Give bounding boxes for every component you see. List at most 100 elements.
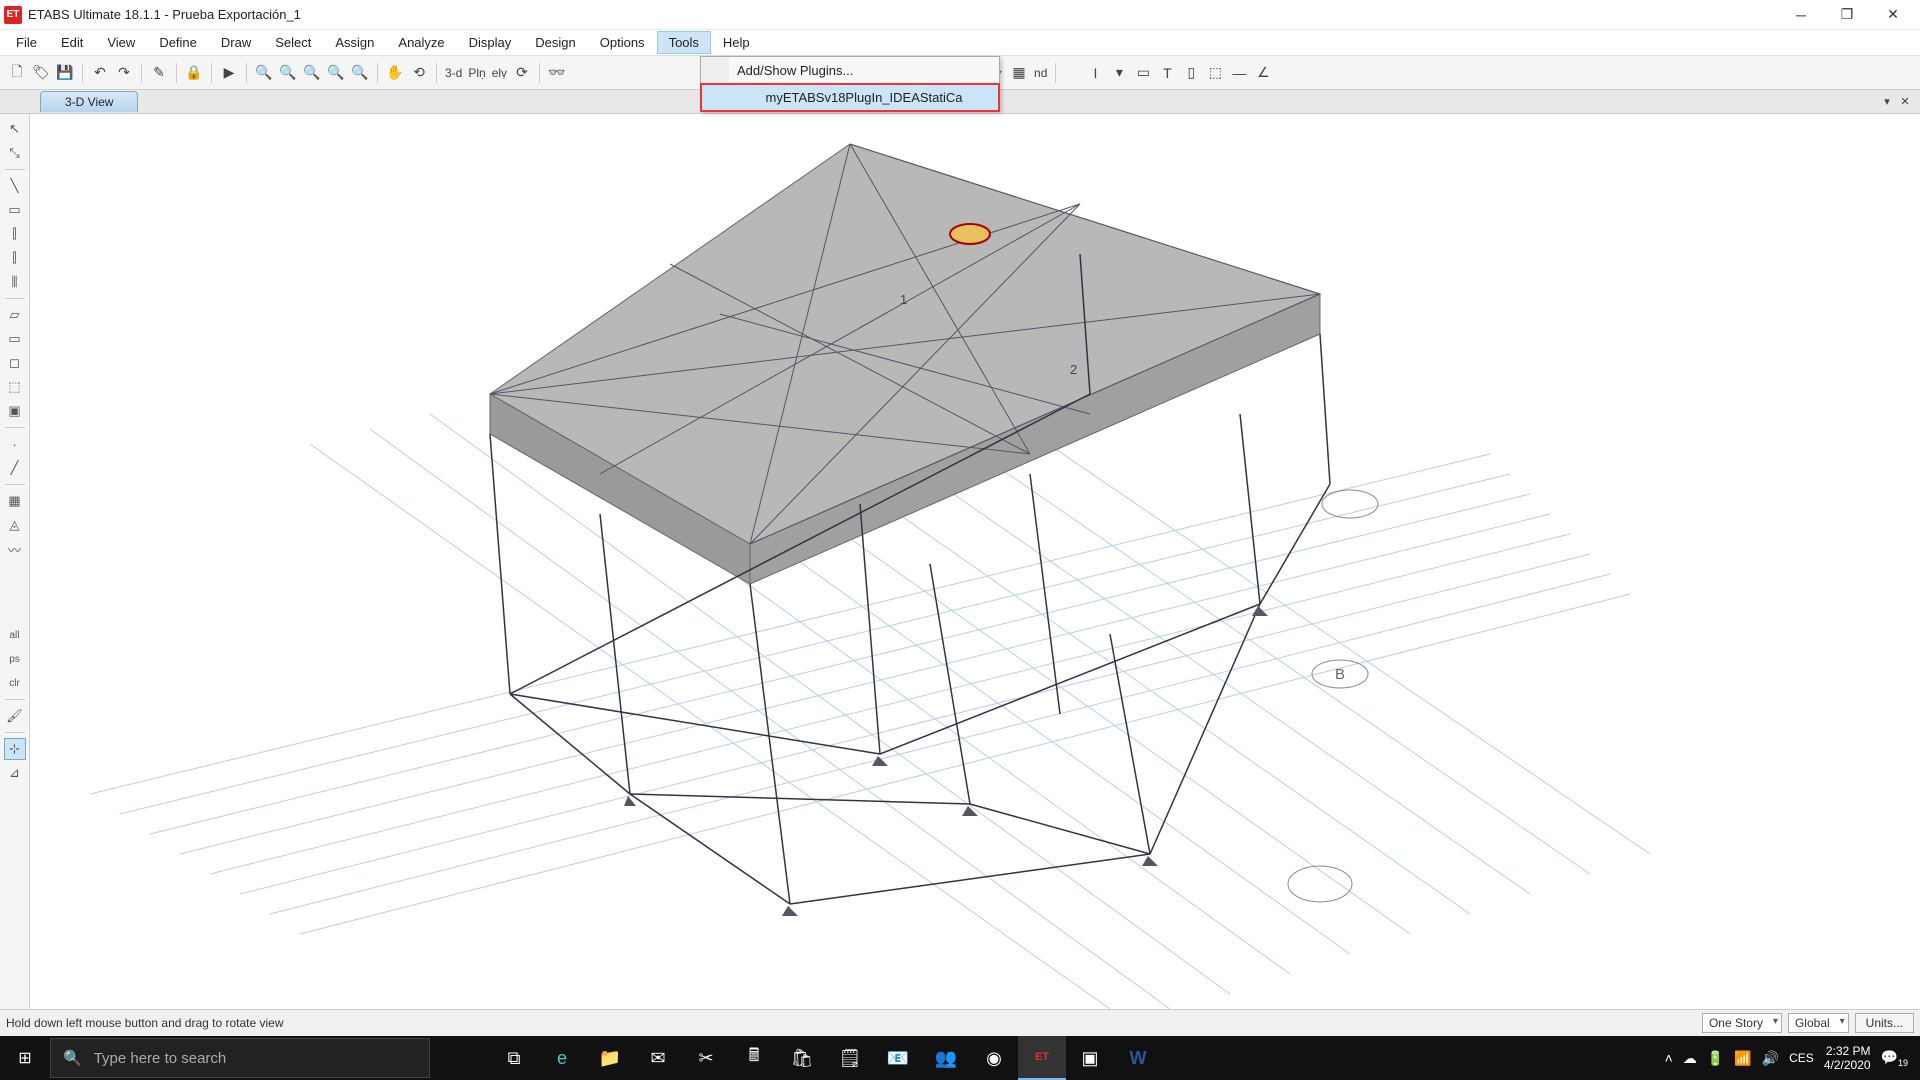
- menu-design[interactable]: Design: [523, 31, 587, 54]
- battery-icon[interactable]: 🔋: [1707, 1050, 1724, 1067]
- menu-tools[interactable]: Tools: [657, 31, 711, 54]
- pointer-icon[interactable]: ↖: [4, 118, 26, 140]
- explorer-icon[interactable]: 📁: [586, 1036, 634, 1080]
- taskbar-search[interactable]: 🔍 Type here to search: [50, 1038, 430, 1078]
- word-icon[interactable]: W: [1114, 1036, 1162, 1080]
- beam-tool-icon[interactable]: ▭: [4, 199, 26, 221]
- select-all-button[interactable]: all: [4, 624, 26, 646]
- menu-view[interactable]: View: [95, 31, 147, 54]
- notification-icon[interactable]: 💬19: [1881, 1049, 1908, 1068]
- line-tool-icon[interactable]: ╲: [4, 175, 26, 197]
- zoom-window-icon[interactable]: 🔍: [253, 62, 275, 84]
- close-button[interactable]: ✕: [1870, 0, 1916, 30]
- wall-tool-icon[interactable]: ▭: [4, 328, 26, 350]
- tray-chevron-icon[interactable]: ˄: [1665, 1050, 1673, 1066]
- language-indicator[interactable]: CES: [1789, 1051, 1814, 1065]
- rect-area-icon[interactable]: ◻: [4, 352, 26, 374]
- plan-view-button[interactable]: Plṇ: [466, 66, 487, 80]
- tab-dropdown-icon[interactable]: ▾: [1880, 95, 1894, 109]
- onedrive-icon[interactable]: ☁: [1683, 1050, 1697, 1067]
- slab-tool-icon[interactable]: ▱: [4, 304, 26, 326]
- new-file-icon[interactable]: 🗋: [6, 62, 28, 84]
- link-tool-icon[interactable]: ╱: [4, 457, 26, 479]
- tsection-icon[interactable]: T: [1156, 62, 1178, 84]
- menu-assign[interactable]: Assign: [323, 31, 386, 54]
- minimize-button[interactable]: ─: [1778, 0, 1824, 30]
- task-view-icon[interactable]: ⧉: [490, 1036, 538, 1080]
- zoom-in-icon[interactable]: 🔍: [325, 62, 347, 84]
- wifi-icon[interactable]: 📶: [1734, 1050, 1751, 1067]
- dropdown-icon[interactable]: ▾: [1108, 62, 1130, 84]
- store-icon[interactable]: 🛍: [778, 1036, 826, 1080]
- edge-icon[interactable]: e: [538, 1036, 586, 1080]
- dropdown-add-plugins[interactable]: Add/Show Plugins...: [701, 57, 999, 84]
- brace-tool-icon[interactable]: ⫿: [4, 223, 26, 245]
- redo-icon[interactable]: ↷: [113, 62, 135, 84]
- pencil-icon[interactable]: ✎: [148, 62, 170, 84]
- taskbar-clock[interactable]: 2:32 PM 4/2/2020: [1824, 1044, 1871, 1073]
- menu-file[interactable]: File: [4, 31, 49, 54]
- tab-3dview[interactable]: 3-D View: [40, 91, 138, 112]
- prev-select-button[interactable]: ps: [4, 648, 26, 670]
- region-icon[interactable]: ⬚: [4, 376, 26, 398]
- undo-icon[interactable]: ↶: [89, 62, 111, 84]
- diaphragm-icon[interactable]: ▦: [1008, 62, 1030, 84]
- section-icon[interactable]: ▭: [1132, 62, 1154, 84]
- menu-define[interactable]: Define: [147, 31, 209, 54]
- menu-display[interactable]: Display: [457, 31, 524, 54]
- save-icon[interactable]: 💾: [54, 62, 76, 84]
- dropdown-idea-statica[interactable]: myETABSv18PlugIn_IDEAStatiCa: [700, 83, 1000, 112]
- menu-options[interactable]: Options: [588, 31, 657, 54]
- elev-view-button[interactable]: elṿ: [490, 66, 509, 80]
- 3d-viewport[interactable]: 1 2 B: [30, 114, 1920, 1009]
- sticky-notes-icon[interactable]: 🗒: [826, 1036, 874, 1080]
- column-tool-icon[interactable]: ⫿: [4, 247, 26, 269]
- ibeam-icon[interactable]: I: [1084, 62, 1106, 84]
- lock-icon[interactable]: 🔒: [183, 62, 205, 84]
- node-button[interactable]: nd: [1032, 66, 1049, 80]
- volume-icon[interactable]: 🔊: [1762, 1050, 1779, 1067]
- tab-close-icon[interactable]: ✕: [1898, 95, 1912, 109]
- paint-icon[interactable]: 🖌: [4, 705, 26, 727]
- start-button[interactable]: ⊞: [0, 1036, 50, 1080]
- menu-draw[interactable]: Draw: [209, 31, 263, 54]
- menu-edit[interactable]: Edit: [49, 31, 95, 54]
- 3d-view-button[interactable]: 3-d: [443, 66, 464, 80]
- story-selector[interactable]: One Story: [1702, 1013, 1782, 1033]
- menu-help[interactable]: Help: [711, 31, 762, 54]
- rotate-icon[interactable]: ⟲: [408, 62, 430, 84]
- snap-end-icon[interactable]: ⊿: [4, 762, 26, 784]
- angle-icon[interactable]: ∠: [1252, 62, 1274, 84]
- reshape-icon[interactable]: ⤡: [4, 142, 26, 164]
- maximize-button[interactable]: ❐: [1824, 0, 1870, 30]
- units-button[interactable]: Units...: [1855, 1013, 1914, 1033]
- pan-icon[interactable]: ✋: [384, 62, 406, 84]
- refresh-icon[interactable]: ⟳: [511, 62, 533, 84]
- snap-intersect-icon[interactable]: ⊹: [4, 738, 26, 760]
- open-file-icon[interactable]: 🏷: [30, 62, 52, 84]
- dim-icon[interactable]: ◬: [4, 514, 26, 536]
- wall-icon[interactable]: ▯: [1180, 62, 1202, 84]
- run-icon[interactable]: ▶: [218, 62, 240, 84]
- secondary-beam-icon[interactable]: ⫼: [4, 271, 26, 293]
- zoom-out-icon[interactable]: 🔍: [349, 62, 371, 84]
- clear-select-button[interactable]: clr: [4, 672, 26, 694]
- zoom-extents-icon[interactable]: 🔍: [277, 62, 299, 84]
- show-icon[interactable]: 👓: [546, 62, 568, 84]
- teams-icon[interactable]: 👥: [922, 1036, 970, 1080]
- link-icon[interactable]: ⬚: [1204, 62, 1226, 84]
- chrome-icon[interactable]: ◉: [970, 1036, 1018, 1080]
- mail-icon[interactable]: ✉: [634, 1036, 682, 1080]
- opening-icon[interactable]: ▣: [4, 400, 26, 422]
- measure-icon[interactable]: 〰: [4, 538, 26, 560]
- menu-select[interactable]: Select: [263, 31, 323, 54]
- line-icon[interactable]: —: [1228, 62, 1250, 84]
- outlook-icon[interactable]: 📧: [874, 1036, 922, 1080]
- etabs-taskbar-icon[interactable]: ET: [1018, 1036, 1066, 1080]
- grid-icon[interactable]: ▦: [4, 490, 26, 512]
- calculator-icon[interactable]: 🖩: [730, 1036, 778, 1080]
- menu-analyze[interactable]: Analyze: [386, 31, 456, 54]
- zoom-prev-icon[interactable]: 🔍: [301, 62, 323, 84]
- idea-icon[interactable]: ▣: [1066, 1036, 1114, 1080]
- coord-system-selector[interactable]: Global: [1788, 1013, 1849, 1033]
